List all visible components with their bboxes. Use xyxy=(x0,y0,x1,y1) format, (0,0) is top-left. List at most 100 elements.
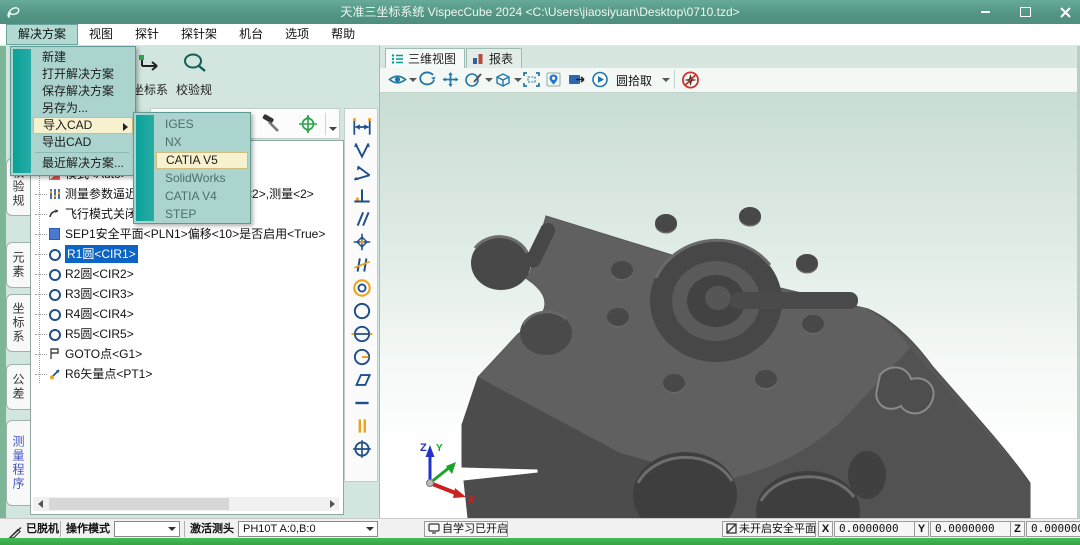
status-bar: 已脱机 操作模式 激活测头 PH10T A:0,B:0 自学习已开启 未开启安全… xyxy=(0,518,1080,539)
triad-z-label: Z xyxy=(420,442,427,454)
tree-item-goto[interactable]: GOTO点<G1> xyxy=(31,345,341,363)
distance-tolerance-icon[interactable] xyxy=(351,117,373,137)
submenu-item-catia-v4[interactable]: CATIA V4 xyxy=(156,188,248,205)
menu-probe-rack[interactable]: 探针架 xyxy=(170,24,228,45)
menu-options[interactable]: 选项 xyxy=(274,24,320,45)
scrollbar-thumb[interactable] xyxy=(49,498,229,510)
cad-part-model xyxy=(380,93,1078,518)
menu-bar: 解决方案 视图 探针 探针架 机台 选项 帮助 xyxy=(0,24,1080,46)
angle-tolerance-icon[interactable] xyxy=(351,140,373,160)
submenu-item-step[interactable]: STEP xyxy=(156,206,248,223)
menu-item-saveas[interactable]: 另存为... xyxy=(33,100,133,117)
menu-probe[interactable]: 探针 xyxy=(124,24,170,45)
menu-item-recent[interactable]: 最近解决方案... xyxy=(33,155,133,172)
safety-plane-indicator: 未开启安全平面 xyxy=(722,521,816,537)
tree-item-circle-r5[interactable]: R5圆<CIR5> xyxy=(31,325,341,343)
angularity-icon[interactable] xyxy=(351,255,373,275)
parallel-bars-icon[interactable] xyxy=(351,416,373,436)
tree-item-safety-plane[interactable]: SEP1安全平面<PLN1>偏移<10>是否启用<True> xyxy=(31,225,341,243)
submenu-item-iges[interactable]: IGES xyxy=(156,116,248,133)
tree-item-vector-point[interactable]: R6矢量点<PT1> xyxy=(31,365,341,383)
restore-button[interactable] xyxy=(1016,4,1034,20)
section-flag-icon[interactable] xyxy=(567,71,586,88)
operation-mode-select[interactable] xyxy=(114,521,180,537)
cylindricity-icon[interactable] xyxy=(351,324,373,344)
concentricity-icon[interactable] xyxy=(351,278,373,298)
measure-params-icon xyxy=(49,188,61,200)
menu-view[interactable]: 视图 xyxy=(78,24,124,45)
tree-item-circle-r2[interactable]: R2圆<CIR2> xyxy=(31,265,341,283)
goto-point-icon xyxy=(49,348,61,360)
safety-off-icon xyxy=(726,523,737,534)
roundness-icon[interactable] xyxy=(351,301,373,321)
perpendicularity-icon[interactable] xyxy=(351,186,373,206)
submenu-item-nx[interactable]: NX xyxy=(156,134,248,151)
window-bottom-edge xyxy=(0,538,1080,545)
menu-item-import-cad[interactable]: 导入CAD xyxy=(33,117,133,134)
submenu-item-catia-v5[interactable]: CATIA V5 xyxy=(156,152,248,169)
view-cube-icon[interactable] xyxy=(493,71,512,88)
more-dropdown-icon[interactable] xyxy=(329,127,337,131)
triad-y-label: Y xyxy=(436,443,443,454)
side-tab-program[interactable]: 测量程序 xyxy=(6,420,30,506)
gauge-check-button[interactable]: 校验规 xyxy=(170,52,218,106)
circle-feature-icon xyxy=(49,289,61,301)
hammer-icon[interactable] xyxy=(259,114,283,134)
report-tab-icon xyxy=(472,53,485,65)
render-dropdown-icon[interactable] xyxy=(485,78,493,82)
tree-horizontal-scrollbar[interactable] xyxy=(33,497,339,511)
menu-machine[interactable]: 机台 xyxy=(228,24,274,45)
runout-icon[interactable] xyxy=(351,347,373,367)
menu-item-save[interactable]: 保存解决方案 xyxy=(33,83,133,100)
orbit-rotate-icon[interactable] xyxy=(418,71,437,88)
no-collision-icon[interactable] xyxy=(681,71,700,89)
safety-plane-icon xyxy=(49,228,60,240)
tolerance-toolbar xyxy=(344,108,378,482)
visibility-eye-icon[interactable] xyxy=(388,71,407,88)
pick-mode-dropdown-icon[interactable] xyxy=(662,78,670,82)
tree-item-circle-r1[interactable]: R1圆<CIR1> xyxy=(31,245,341,263)
scroll-right-arrow[interactable] xyxy=(325,497,339,511)
active-probe-select[interactable]: PH10T A:0,B:0 xyxy=(238,521,378,537)
render-style-icon[interactable] xyxy=(464,71,483,88)
side-tab-elements[interactable]: 元素 xyxy=(6,242,30,288)
menu-item-export-cad[interactable]: 导出CAD xyxy=(33,134,133,151)
pan-move-icon[interactable] xyxy=(441,71,460,88)
menu-solution[interactable]: 解决方案 xyxy=(6,24,78,45)
circle-feature-icon xyxy=(49,309,61,321)
viewport-3d[interactable]: Z Y X xyxy=(380,93,1078,518)
position-axes-icon[interactable] xyxy=(351,232,373,252)
menu-separator xyxy=(35,152,129,153)
eye-dropdown-icon[interactable] xyxy=(409,78,417,82)
tree-item-circle-r3[interactable]: R3圆<CIR3> xyxy=(31,285,341,303)
solution-dropdown-menu: 新建 打开解决方案 保存解决方案 另存为... 导入CAD 导出CAD 最近解决… xyxy=(10,46,136,176)
pick-mode-label[interactable]: 圆拾取 xyxy=(616,72,652,89)
close-button[interactable] xyxy=(1056,4,1074,20)
zoom-fit-icon[interactable] xyxy=(522,71,541,88)
true-position-icon[interactable] xyxy=(351,439,373,459)
triad-x-label: X xyxy=(467,495,476,506)
menu-item-new[interactable]: 新建 xyxy=(33,49,133,66)
selflearn-indicator: 自学习已开启 xyxy=(424,521,508,537)
angle2-tolerance-icon[interactable] xyxy=(351,163,373,183)
straightness-icon[interactable] xyxy=(351,393,373,413)
locate-pin-icon[interactable] xyxy=(546,71,561,88)
flatness-icon[interactable] xyxy=(351,370,373,390)
coord-z-value: 0.0000000 xyxy=(1026,521,1080,537)
cube-dropdown-icon[interactable] xyxy=(514,78,522,82)
submenu-item-solidworks[interactable]: SolidWorks xyxy=(156,170,248,187)
menu-item-open[interactable]: 打开解决方案 xyxy=(33,66,133,83)
play-run-icon[interactable] xyxy=(591,71,609,88)
import-cad-submenu: IGES NX CATIA V5 SolidWorks CATIA V4 STE… xyxy=(133,112,251,224)
axis-target-icon[interactable] xyxy=(297,114,319,134)
submenu-gutter xyxy=(136,115,154,221)
minimize-button[interactable] xyxy=(976,4,994,20)
side-tab-tolerance[interactable]: 公差 xyxy=(6,364,30,410)
tab-3d-view[interactable]: 三维视图 xyxy=(385,48,465,69)
parallelism-icon[interactable] xyxy=(351,209,373,229)
tab-report[interactable]: 报表 xyxy=(466,48,522,69)
menu-help[interactable]: 帮助 xyxy=(320,24,366,45)
side-tab-coordinate[interactable]: 坐标系 xyxy=(6,294,30,352)
scroll-left-arrow[interactable] xyxy=(33,497,47,511)
tree-item-circle-r4[interactable]: R4圆<CIR4> xyxy=(31,305,341,323)
